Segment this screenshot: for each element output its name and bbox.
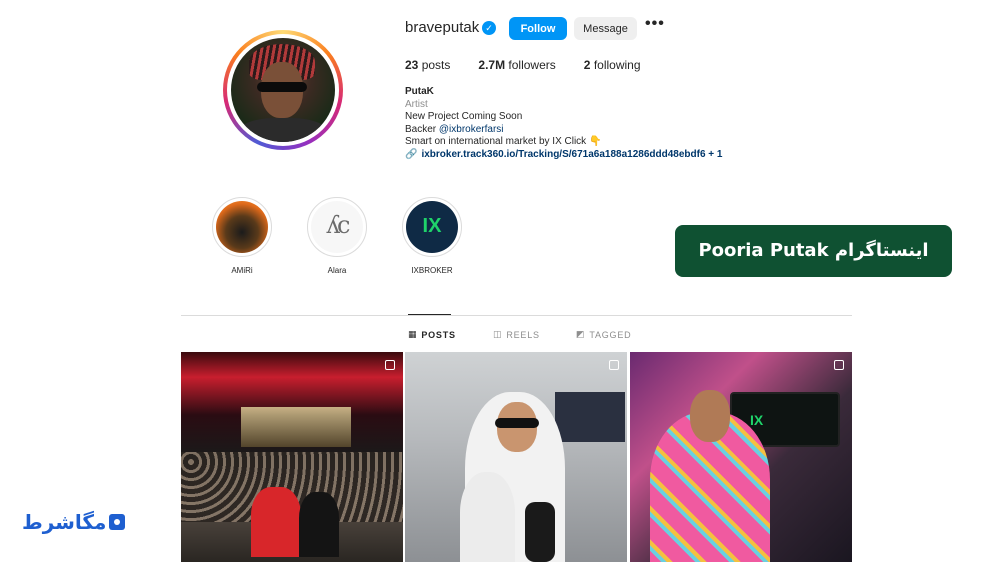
highlight-cover: IX — [402, 197, 462, 257]
highlight-image: IX — [406, 201, 458, 253]
post-concert[interactable] — [181, 352, 403, 562]
profile-avatar[interactable] — [223, 30, 343, 150]
tabs-divider — [181, 315, 852, 316]
post-face — [690, 390, 730, 442]
profile-stats: 23 posts 2.7M followers 2 following — [405, 58, 669, 72]
site-logo: مگاشرط — [22, 510, 126, 534]
tab-posts[interactable]: ▦ POSTS — [408, 329, 456, 340]
followers-count: 2.7M — [478, 58, 506, 72]
highlight-image — [216, 201, 268, 253]
highlight-label: Alara — [327, 266, 347, 275]
post-person — [251, 487, 301, 557]
highlight-cover — [212, 197, 272, 257]
alara-logo: ʎc — [326, 211, 351, 239]
avatar-glasses — [257, 82, 307, 92]
username: braveputak — [405, 19, 480, 36]
tab-label: TAGGED — [589, 329, 632, 340]
highlight-ixbroker[interactable]: IX IXBROKER — [401, 197, 463, 275]
title-banner: اینستاگرام Pooria Putak — [675, 225, 952, 277]
carousel-icon — [385, 360, 395, 370]
post-person — [299, 492, 339, 557]
tab-label: POSTS — [421, 329, 456, 340]
bio-line: Smart on international market by IX Clic… — [405, 136, 602, 147]
highlight-image: ʎc — [311, 201, 363, 253]
grid-icon: ▦ — [408, 329, 418, 339]
bio-external-link[interactable]: ixbroker.track360.io/Tracking/S/671a6a18… — [421, 149, 722, 162]
verified-badge-icon: ✓ — [482, 21, 496, 35]
post-screen — [555, 392, 625, 442]
followers-label: followers — [508, 58, 556, 72]
avatar-photo — [231, 38, 335, 142]
active-tab-indicator — [408, 314, 451, 315]
bio-mention-link[interactable]: @ixbrokerfarsi — [439, 124, 504, 135]
post-goggles — [495, 418, 539, 428]
highlight-cover: ʎc — [307, 197, 367, 257]
link-icon: 🔗 — [405, 148, 418, 160]
carousel-icon — [609, 360, 619, 370]
followers-stat[interactable]: 2.7M followers — [478, 58, 555, 72]
post-microphone — [525, 502, 555, 562]
message-button[interactable]: Message — [574, 17, 637, 40]
avatar-border — [227, 34, 339, 146]
post-stage-lights — [241, 407, 351, 447]
posts-count: 23 — [405, 58, 419, 72]
highlight-alara[interactable]: ʎc Alara — [306, 197, 368, 275]
highlight-label: IXBROKER — [411, 266, 453, 275]
tab-tagged[interactable]: ◩ TAGGED — [576, 329, 631, 340]
post-ixbroker[interactable]: IX — [630, 352, 852, 562]
reels-icon: ◫ — [493, 329, 503, 339]
more-options-icon[interactable]: ••• — [645, 15, 665, 33]
post-studio[interactable] — [405, 352, 627, 562]
monitor-logo: IX — [750, 412, 764, 428]
avatar-shoulders — [237, 118, 329, 142]
following-stat[interactable]: 2 following — [584, 58, 641, 72]
bio-line: New Project Coming Soon — [405, 111, 523, 122]
logo-text: مگاشرط — [22, 510, 107, 534]
carousel-icon — [834, 360, 844, 370]
follow-button[interactable]: Follow — [509, 17, 567, 40]
bio-name: PutaK — [405, 86, 434, 97]
tab-reels[interactable]: ◫ REELS — [493, 329, 540, 340]
post-child — [460, 472, 515, 562]
dice-icon — [109, 514, 126, 530]
posts-stat: 23 posts — [405, 58, 450, 72]
highlight-label: AMiRi — [231, 266, 253, 275]
bio-category: Artist — [405, 98, 428, 110]
posts-label: posts — [421, 58, 451, 72]
tab-label: REELS — [506, 329, 540, 340]
following-label: following — [593, 58, 641, 72]
following-count: 2 — [583, 58, 591, 72]
highlight-amiri[interactable]: AMiRi — [211, 197, 273, 275]
bio-backer-prefix: Backer — [405, 123, 439, 135]
tagged-icon: ◩ — [576, 329, 586, 339]
ix-logo: IX — [422, 215, 442, 237]
bio-line-backer: Backer @ixbrokerfarsi — [405, 124, 722, 137]
bio-link-row[interactable]: 🔗 ixbroker.track360.io/Tracking/S/671a6a… — [405, 149, 722, 162]
profile-bio: PutaK Artist New Project Coming Soon Bac… — [405, 86, 722, 161]
